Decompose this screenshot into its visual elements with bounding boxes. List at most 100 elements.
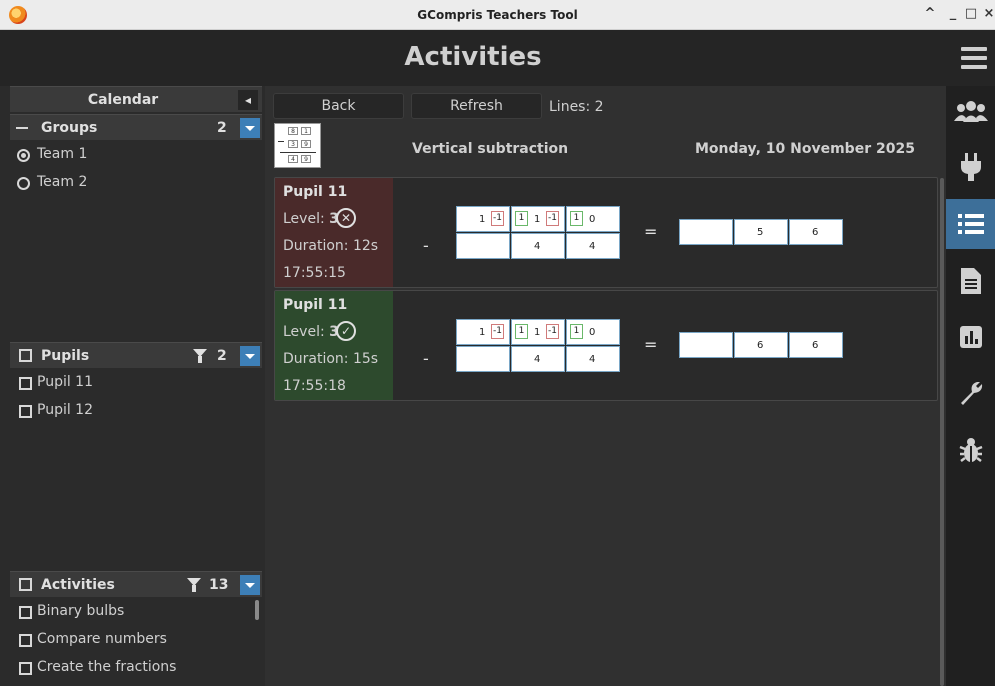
calendar-label: Calendar — [87, 92, 159, 108]
window-minimize-button[interactable]: _ — [945, 6, 961, 21]
digit: 6 — [812, 340, 819, 351]
result-info: Pupil 11 Level: 3 ✓ Duration: 15s 17:55:… — [275, 291, 393, 400]
radio-icon[interactable] — [17, 177, 30, 190]
groups-list: Team 1 Team 2 — [10, 142, 262, 336]
refresh-button[interactable]: Refresh — [411, 93, 542, 119]
groups-label: Groups — [41, 120, 98, 136]
document-icon[interactable] — [946, 256, 995, 306]
wrench-icon[interactable] — [946, 368, 995, 418]
equals-operator: = — [644, 335, 658, 354]
checkbox-icon[interactable] — [19, 662, 32, 675]
activities-dropdown-button[interactable] — [240, 575, 260, 595]
activities-header: Activities 13 — [10, 571, 262, 597]
users-icon[interactable] — [946, 86, 995, 136]
icon-digit: 9 — [301, 155, 311, 163]
vertical-subtraction-activity-icon: 8 1 3 9 4 9 — [274, 123, 321, 168]
digit-cell: 4 — [566, 346, 620, 372]
checkbox-icon[interactable] — [19, 606, 32, 619]
digit-cell: 1 -1 — [456, 206, 510, 232]
activity-name: Vertical subtraction — [412, 141, 569, 157]
icon-digit: 8 — [288, 127, 298, 135]
carry-mark: 1 — [570, 211, 583, 226]
pupil-label: Pupil 12 — [37, 402, 93, 418]
pupil-item[interactable]: Pupil 12 — [10, 398, 250, 424]
pupil-label: Pupil 11 — [37, 374, 93, 390]
borrow-mark: -1 — [546, 324, 559, 339]
icon-digit: 9 — [301, 140, 311, 148]
bar-chart-icon[interactable] — [946, 312, 995, 362]
back-button[interactable]: Back — [273, 93, 404, 119]
pupil-item[interactable]: Pupil 11 — [10, 370, 250, 396]
activity-label: Create the fractions — [37, 659, 177, 675]
digit: 4 — [589, 241, 596, 252]
filter-icon[interactable] — [193, 349, 207, 363]
level-text: Level: 3 — [283, 324, 339, 340]
carry-mark: 1 — [570, 324, 583, 339]
checkbox-icon[interactable] — [19, 405, 32, 418]
digit-cell: 4 — [511, 346, 565, 372]
pupils-select-all-checkbox[interactable] — [19, 349, 32, 362]
answer-cell: 6 — [789, 332, 843, 358]
digit: 1 — [534, 327, 541, 338]
activity-item[interactable]: Create the fractions — [10, 655, 250, 681]
calendar-header[interactable]: Calendar ◂ — [10, 86, 262, 112]
left-panel: Calendar ◂ Groups 2 Team 1 Team 2 Pupils… — [10, 86, 262, 686]
groups-header: Groups 2 — [10, 114, 262, 140]
plug-icon[interactable] — [946, 142, 995, 192]
checkbox-icon[interactable] — [19, 377, 32, 390]
calendar-collapse-button[interactable]: ◂ — [238, 90, 258, 110]
results-scrollbar[interactable] — [940, 178, 944, 686]
activities-label: Activities — [41, 577, 115, 593]
icon-digit: 1 — [301, 127, 311, 135]
activities-scrollbar[interactable] — [255, 600, 259, 620]
window-maximize-button[interactable]: □ — [963, 6, 979, 21]
digit-cell: 1 1 -1 — [511, 206, 565, 232]
duration-text: Duration: 15s — [283, 351, 379, 367]
window-title: GCompris Teachers Tool — [417, 8, 578, 22]
digit: 4 — [534, 354, 541, 365]
pupils-header: Pupils 2 — [10, 342, 262, 368]
collapse-icon[interactable] — [16, 127, 28, 129]
answer-cell — [679, 332, 733, 358]
pupils-dropdown-button[interactable] — [240, 346, 260, 366]
checkbox-icon[interactable] — [19, 634, 32, 647]
level-label: Level: — [283, 211, 330, 227]
filter-icon[interactable] — [187, 578, 201, 592]
activity-item[interactable]: Compare numbers — [10, 627, 250, 653]
group-item-team1[interactable]: Team 1 — [10, 142, 250, 168]
duration-text: Duration: 12s — [283, 238, 379, 254]
success-check-icon: ✓ — [336, 321, 356, 341]
icon-digit: 3 — [288, 140, 298, 148]
activity-item[interactable]: Binary bulbs — [10, 599, 250, 625]
activities-select-all-checkbox[interactable] — [19, 578, 32, 591]
groups-dropdown-button[interactable] — [240, 118, 260, 138]
bug-icon[interactable] — [946, 425, 995, 475]
timestamp: 17:55:18 — [283, 378, 346, 394]
digit-cell: 4 — [566, 233, 620, 259]
pupils-count: 2 — [217, 348, 227, 364]
activities-count: 13 — [209, 577, 229, 593]
digit: 5 — [757, 227, 764, 238]
digit: 1 — [479, 214, 486, 225]
result-info: Pupil 11 Level: 3 ✕ Duration: 12s 17:55:… — [275, 178, 393, 287]
window-shade-button[interactable]: ^ — [922, 6, 938, 21]
fail-x-icon: ✕ — [336, 208, 356, 228]
window-close-button[interactable]: × — [981, 6, 995, 21]
level-label: Level: — [283, 324, 330, 340]
list-icon[interactable] — [946, 199, 995, 249]
groups-count: 2 — [217, 120, 227, 136]
digit: 6 — [812, 227, 819, 238]
minus-operator: - — [423, 236, 429, 255]
carry-mark: 1 — [515, 324, 528, 339]
icon-digit: 4 — [288, 155, 298, 163]
group-item-team2[interactable]: Team 2 — [10, 170, 250, 196]
digit-cell: 10 — [566, 319, 620, 345]
hamburger-menu-icon[interactable] — [961, 47, 987, 69]
digit: 1 — [534, 214, 541, 225]
digit: 1 — [479, 327, 486, 338]
activities-list: Binary bulbs Compare numbers Create the … — [10, 599, 262, 686]
pupils-label: Pupils — [41, 348, 90, 364]
radio-selected-icon[interactable] — [17, 149, 30, 162]
borrow-mark: -1 — [491, 324, 504, 339]
page-title: Activities — [404, 42, 542, 72]
